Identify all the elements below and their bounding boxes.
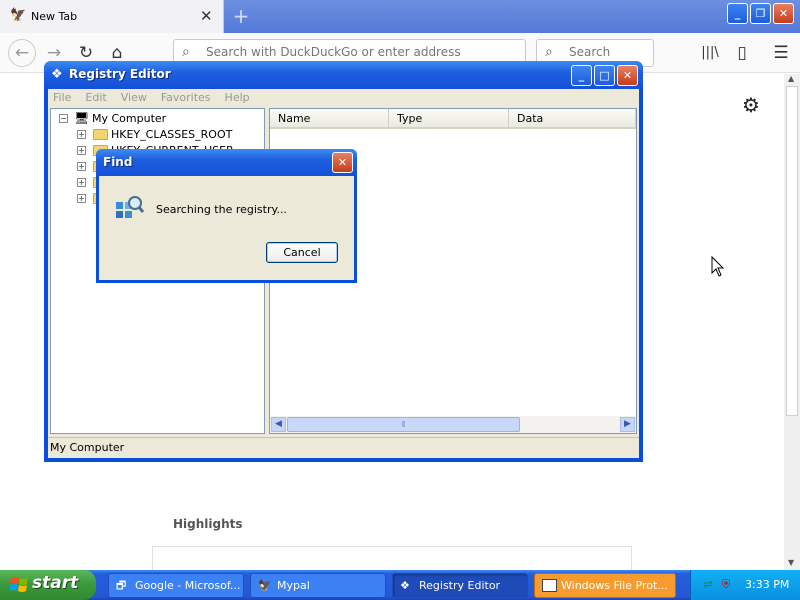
scroll-thumb[interactable]: [786, 86, 798, 416]
address-input[interactable]: [204, 44, 504, 60]
folder-icon: [93, 129, 108, 140]
tree-item-hkcr[interactable]: + HKEY_CLASSES_ROOT: [51, 127, 261, 143]
regedit-icon: ❖: [400, 579, 410, 592]
taskbar-button-label: Windows File Prot...: [561, 579, 668, 592]
find-dialog: Find ✕ Searching the registry... Cancel: [96, 149, 357, 283]
collapse-icon[interactable]: −: [59, 114, 68, 123]
start-label: start: [32, 573, 79, 593]
tab-new-tab[interactable]: 🦅 New Tab ✕: [0, 0, 224, 33]
tab-close-icon[interactable]: ✕: [200, 7, 216, 25]
system-tray: ⇌ ⛨ 3:33 PM: [690, 570, 800, 600]
tree-label: My Computer: [92, 112, 167, 125]
column-header-data[interactable]: Data: [509, 109, 636, 129]
tree-item-my-computer[interactable]: − 🖥 My Computer: [51, 111, 261, 127]
back-arrow-icon[interactable]: ←: [8, 39, 36, 67]
expand-icon[interactable]: +: [77, 130, 86, 139]
security-shield-icon[interactable]: ⛨: [719, 577, 733, 591]
column-header-type[interactable]: Type: [389, 109, 509, 129]
taskbar-button-mypal[interactable]: 🦅 Mypal: [250, 573, 386, 598]
computer-icon: 🖥: [74, 111, 90, 125]
menu-bar: File Edit View Favorites Help: [48, 89, 639, 107]
expand-icon[interactable]: +: [77, 146, 86, 155]
registry-search-icon: [116, 196, 145, 218]
taskbar-button-label: Mypal: [277, 579, 310, 592]
clock: 3:33 PM: [745, 578, 790, 591]
horizontal-scrollbar[interactable]: ◀ ⦀ ▶: [270, 416, 636, 433]
windows-logo-icon: [10, 577, 28, 592]
new-tab-button[interactable]: +: [230, 4, 252, 28]
taskbar-button-google[interactable]: 🗗 Google - Microsof...: [108, 573, 244, 598]
search-icon: ⌕: [182, 44, 190, 60]
menu-view[interactable]: View: [121, 89, 147, 107]
taskbar-button-label: Registry Editor: [419, 579, 501, 592]
network-icon[interactable]: ⇌: [701, 577, 715, 591]
menu-icon[interactable]: ☰: [769, 41, 793, 65]
find-dialog-titlebar[interactable]: Find ✕: [96, 149, 357, 176]
sidebar-icon[interactable]: ▯: [730, 41, 754, 65]
menu-help[interactable]: Help: [225, 89, 250, 107]
page-scrollbar[interactable]: ▲ ▼: [784, 74, 800, 570]
menu-edit[interactable]: Edit: [85, 89, 106, 107]
cancel-button[interactable]: Cancel: [266, 242, 338, 263]
browser-window-controls: _ ❐ ✕: [727, 3, 794, 24]
scroll-left-icon[interactable]: ◀: [271, 417, 286, 432]
close-button[interactable]: ✕: [332, 152, 353, 173]
taskbar: start 🗗 Google - Microsof... 🦅 Mypal ❖ R…: [0, 570, 800, 600]
library-icon[interactable]: |||\: [698, 41, 722, 65]
regedit-app-icon: ❖: [51, 67, 63, 82]
browser-window-icon: 🗗: [116, 579, 127, 592]
status-bar: My Computer: [48, 437, 639, 458]
scroll-down-icon[interactable]: ▼: [788, 558, 794, 567]
maximize-button[interactable]: □: [594, 65, 615, 86]
taskbar-button-registry-editor[interactable]: ❖ Registry Editor: [392, 573, 528, 598]
minimize-button[interactable]: _: [727, 3, 748, 24]
find-dialog-body: Searching the registry... Cancel: [99, 176, 354, 280]
search-input[interactable]: [567, 44, 647, 60]
start-button[interactable]: start: [0, 570, 96, 600]
expand-icon[interactable]: +: [77, 178, 86, 187]
horizontal-scroll-thumb[interactable]: ⦀: [287, 417, 520, 432]
expand-icon[interactable]: +: [77, 162, 86, 171]
taskbar-button-label: Google - Microsof...: [135, 579, 241, 592]
close-button[interactable]: ✕: [617, 65, 638, 86]
scroll-up-icon[interactable]: ▲: [788, 74, 794, 83]
restore-button[interactable]: ❐: [750, 3, 771, 24]
highlights-heading: Highlights: [173, 517, 243, 531]
window-title: Registry Editor: [69, 67, 171, 81]
search-icon: ⌕: [545, 44, 553, 60]
mouse-cursor-icon: [711, 256, 725, 277]
dialog-window-icon: [542, 579, 557, 592]
minimize-button[interactable]: _: [571, 65, 592, 86]
search-status-text: Searching the registry...: [156, 203, 287, 216]
gear-icon[interactable]: ⚙: [742, 93, 760, 117]
dialog-title: Find: [103, 155, 133, 169]
tree-label: HKEY_CLASSES_ROOT: [111, 128, 233, 141]
column-header-name[interactable]: Name: [270, 109, 389, 129]
tab-strip-background: [224, 0, 800, 33]
close-button[interactable]: ✕: [773, 3, 794, 24]
menu-favorites[interactable]: Favorites: [161, 89, 211, 107]
registry-editor-titlebar[interactable]: ❖ Registry Editor _ □ ✕: [44, 61, 643, 89]
menu-file[interactable]: File: [53, 89, 71, 107]
expand-icon[interactable]: +: [77, 194, 86, 203]
mypal-icon: 🦅: [258, 579, 272, 592]
taskbar-button-windows-file-protection[interactable]: Windows File Prot...: [534, 573, 676, 598]
mypal-favicon-icon: 🦅: [10, 8, 27, 23]
scroll-right-icon[interactable]: ▶: [620, 417, 635, 432]
tab-title: New Tab: [31, 10, 78, 23]
browser-tab-bar: 🦅 New Tab ✕ + _ ❐ ✕: [0, 0, 800, 33]
regedit-window-controls: _ □ ✕: [571, 65, 638, 86]
